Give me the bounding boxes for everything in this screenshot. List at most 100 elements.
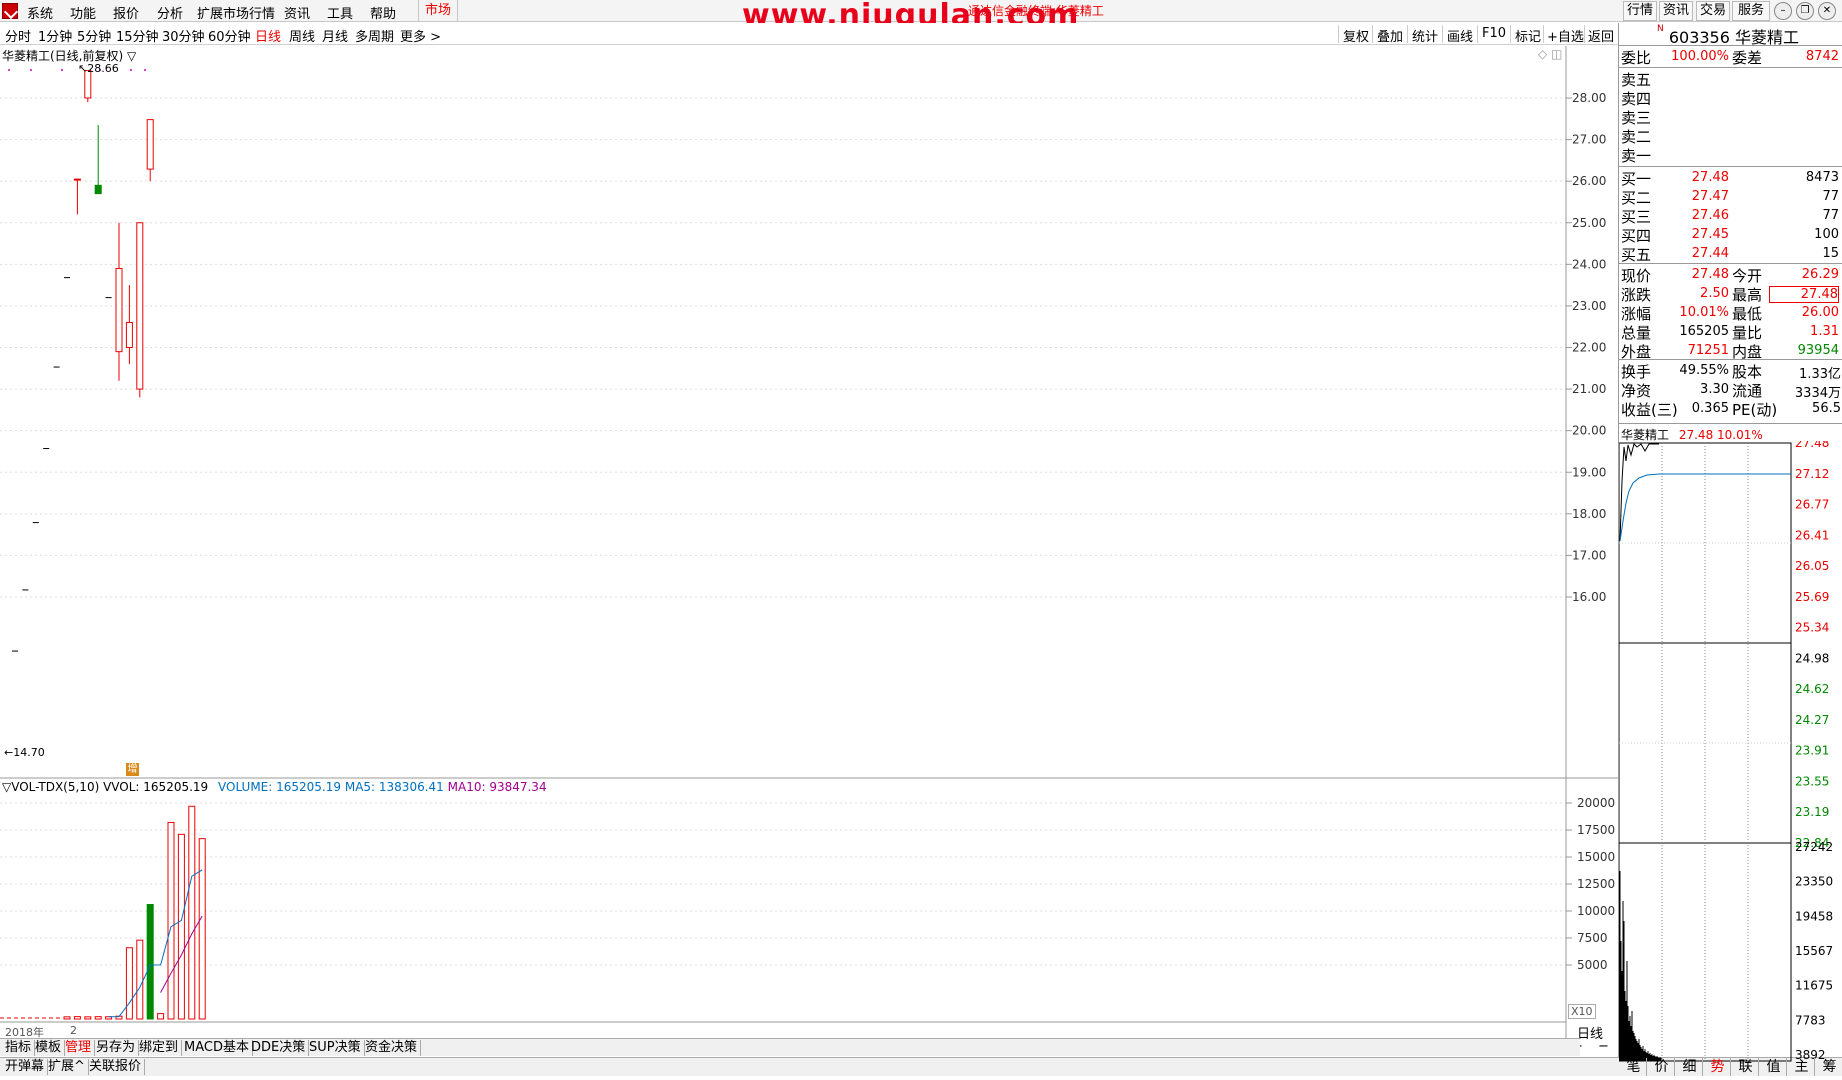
period-60min[interactable]: 60分钟 xyxy=(208,26,251,45)
service-button[interactable]: 服务 xyxy=(1732,1,1770,21)
price-tick-label: 19.00 xyxy=(1572,465,1606,479)
market-tab[interactable]: 市场 xyxy=(418,0,458,22)
weibi-value: 100.00% xyxy=(1671,49,1729,64)
buy-level-volume: 15 xyxy=(1822,246,1839,261)
sell-level-label: 卖四 xyxy=(1621,90,1652,108)
quote-label: 量比 xyxy=(1732,324,1763,342)
buy-level-label: 买四 xyxy=(1621,227,1652,245)
price-tick-label: 27.00 xyxy=(1572,133,1606,147)
panel-tab[interactable]: 筹 xyxy=(1817,1058,1842,1076)
menu-tools[interactable]: 工具 xyxy=(327,3,353,22)
panel-tab[interactable]: 笔 xyxy=(1621,1058,1647,1076)
period-15min[interactable]: 15分钟 xyxy=(116,26,159,45)
panel-tab[interactable]: 价 xyxy=(1649,1058,1675,1076)
period-monthly[interactable]: 月线 xyxy=(322,26,348,45)
intraday-mini-chart[interactable]: 27.48 27.12 26.77 26.41 26.05 25.69 25.34 24.98… xyxy=(1619,441,1842,1071)
mini-price-tick: 23.91 xyxy=(1795,744,1829,758)
menu-help[interactable]: 帮助 xyxy=(370,3,396,22)
chart-area: 16.00 17.00 18.00 19.00 20.00 21.00 22.00 23.00… xyxy=(0,46,1618,1054)
zoom-x10[interactable]: X10 xyxy=(1568,1004,1596,1019)
zoom-out-icon[interactable]: − xyxy=(1598,1039,1609,1054)
indicator-tabs: 指标 模板 管理 另存为 绑定到 MACD基本 DDE决策 SUP决策 资金决策 xyxy=(0,1038,1580,1056)
kline-chart[interactable]: 16.00 17.00 18.00 19.00 20.00 21.00 22.00 23.00… xyxy=(0,46,1618,1038)
panel-tab[interactable]: 联 xyxy=(1733,1058,1759,1076)
restore-icon[interactable]: ❐ xyxy=(1796,2,1814,20)
panel-tab[interactable]: 细 xyxy=(1677,1058,1703,1076)
chart-title-text: 华菱精工(日线,前复权) xyxy=(2,49,124,63)
period-30min[interactable]: 30分钟 xyxy=(162,26,205,45)
tab-dde[interactable]: DDE决策 xyxy=(248,1040,310,1056)
mini-price-tick: 25.69 xyxy=(1795,590,1829,604)
period-daily[interactable]: 日线 xyxy=(255,26,281,45)
quote-value: 71251 xyxy=(1687,343,1729,358)
tool-add-favorite[interactable]: +自选 xyxy=(1547,26,1584,45)
tab-manage[interactable]: 管理 xyxy=(62,1040,96,1056)
tool-back[interactable]: 返回 xyxy=(1588,26,1614,45)
tab-template[interactable]: 模板 xyxy=(32,1040,66,1056)
linked-quote-button[interactable]: 关联报价 xyxy=(86,1059,146,1075)
sell-level-label: 卖二 xyxy=(1621,128,1652,146)
menu-quote[interactable]: 报价 xyxy=(113,3,139,22)
menu-function[interactable]: 功能 xyxy=(70,3,96,22)
tool-stats[interactable]: 统计 xyxy=(1412,26,1438,45)
tab-macd[interactable]: MACD基本 xyxy=(181,1040,253,1056)
volume-bar xyxy=(146,904,154,1020)
expand-button[interactable]: 扩展^ xyxy=(45,1059,89,1075)
price-tick-label: 20.00 xyxy=(1572,424,1606,438)
quote-value: 93954 xyxy=(1797,343,1839,358)
minimize-icon[interactable]: – xyxy=(1774,2,1792,20)
app-logo-icon[interactable] xyxy=(2,3,18,19)
period-1min[interactable]: 1分钟 xyxy=(38,26,72,45)
event-marker-icon[interactable]: 增 xyxy=(126,763,139,776)
panel-tab[interactable]: 势 xyxy=(1705,1058,1731,1076)
mini-volume-tick: 19458 xyxy=(1795,909,1833,923)
close-icon[interactable]: ✕ xyxy=(1818,2,1836,20)
fund-label: 净资 xyxy=(1621,382,1652,400)
panel-tab[interactable]: 值 xyxy=(1761,1058,1787,1076)
sell-level-label: 卖一 xyxy=(1621,147,1652,165)
volume-indicator-header[interactable]: ▽VOL-TDX(5,10) VVOL: 165205.19 VOLUME: 1… xyxy=(2,780,547,794)
period-more[interactable]: 更多 > xyxy=(400,26,441,45)
tool-f10[interactable]: F10 xyxy=(1482,26,1506,41)
volume-tick-label: 5000 xyxy=(1577,958,1608,972)
panel-tab[interactable]: 主 xyxy=(1789,1058,1815,1076)
trade-button[interactable]: 交易 xyxy=(1696,1,1730,21)
period-5min[interactable]: 5分钟 xyxy=(77,26,111,45)
mini-pct: 10.01% xyxy=(1717,428,1763,442)
period-weekly[interactable]: 周线 xyxy=(289,26,315,45)
weicha-value: 8742 xyxy=(1805,49,1839,64)
danmaku-toggle[interactable]: 开弹幕 xyxy=(2,1059,49,1075)
quote-value: 27.48 xyxy=(1769,286,1839,303)
menu-ext-market[interactable]: 扩展市场行情 xyxy=(197,3,275,22)
quote-label: 现价 xyxy=(1621,267,1652,285)
menu-news[interactable]: 资讯 xyxy=(284,3,310,22)
news-button[interactable]: 资讯 xyxy=(1659,1,1693,21)
period-intraday[interactable]: 分时 xyxy=(5,26,31,45)
price-tick-label: 23.00 xyxy=(1572,299,1606,313)
tab-sup[interactable]: SUP决策 xyxy=(306,1040,365,1056)
sell-level-label: 卖三 xyxy=(1621,109,1652,127)
vol-ma10: MA10: 93847.34 xyxy=(447,780,547,794)
price-max-value: 28.66 xyxy=(87,62,119,75)
tab-capital[interactable]: 资金决策 xyxy=(362,1040,422,1056)
fund-value: 49.55% xyxy=(1679,363,1729,378)
tool-overlay[interactable]: 叠加 xyxy=(1377,26,1403,45)
volume-tick-label: 10000 xyxy=(1577,904,1615,918)
menu-system[interactable]: 系统 xyxy=(27,3,53,22)
tool-draw[interactable]: 画线 xyxy=(1447,26,1473,45)
tool-mark[interactable]: 标记 xyxy=(1515,26,1541,45)
menu-analysis[interactable]: 分析 xyxy=(157,3,183,22)
tool-adjust[interactable]: 复权 xyxy=(1343,26,1369,45)
buy-level-volume: 100 xyxy=(1814,227,1839,242)
mini-price-tick: 27.12 xyxy=(1795,467,1829,481)
quote-panel: N 603356 华菱精工 委比 100.00% 委差 8742 卖五 卖四 卖三卖… xyxy=(1618,23,1842,1076)
tab-indicator[interactable]: 指标 xyxy=(2,1040,36,1056)
tab-save-as[interactable]: 另存为 xyxy=(93,1040,140,1056)
ma5-line xyxy=(108,869,203,1018)
chart-option-icons[interactable]: ◇ ◫ xyxy=(1538,47,1562,61)
period-multi[interactable]: 多周期 xyxy=(355,26,394,45)
quotes-button[interactable]: 行情 xyxy=(1623,1,1657,21)
chevron-down-icon[interactable]: ▽ xyxy=(127,49,136,63)
mini-price: 27.48 xyxy=(1678,428,1714,442)
tab-bind-to[interactable]: 绑定到 xyxy=(136,1040,183,1056)
